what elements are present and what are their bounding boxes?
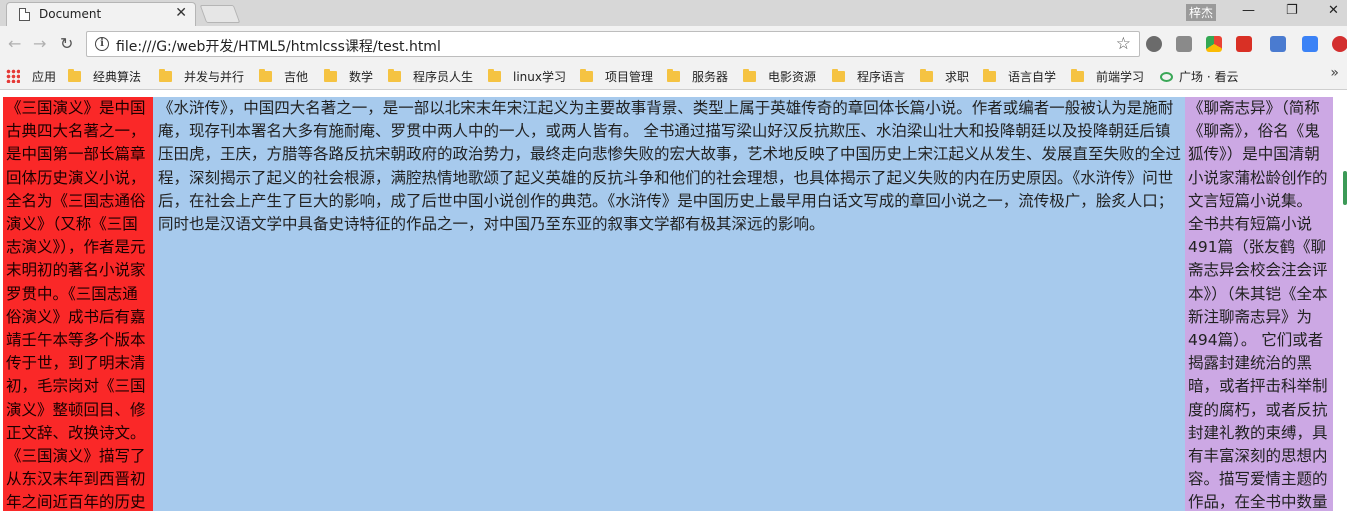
reader-icon[interactable] xyxy=(1176,36,1192,52)
bookmark-label: 求职 xyxy=(945,70,970,84)
url-text[interactable]: file:///G:/web开发/HTML5/htmlcss课程/test.ht… xyxy=(116,36,441,56)
chrome-app-icon[interactable] xyxy=(1206,36,1222,52)
bookmark-label: 广场 · 看云 xyxy=(1179,70,1239,84)
bookmark-folder[interactable]: 语言自学 xyxy=(983,68,1056,84)
bookmark-folder[interactable]: 并发与并行 xyxy=(159,68,244,84)
gear-icon[interactable] xyxy=(1146,36,1162,52)
translate-off-icon[interactable] xyxy=(1270,36,1286,52)
back-button[interactable]: ← xyxy=(8,34,21,53)
bookmark-label: 数学 xyxy=(349,70,374,84)
cloud-icon xyxy=(1160,72,1173,82)
bookmark-folder[interactable]: 吉他 xyxy=(259,68,308,84)
folder-icon xyxy=(580,69,593,82)
close-window-button[interactable]: ✕ xyxy=(1328,3,1339,18)
window-titlebar: Document ✕ 梓杰 — ❐ ✕ xyxy=(0,0,1347,26)
folder-icon xyxy=(68,69,81,82)
maximize-button[interactable]: ❐ xyxy=(1286,3,1298,18)
page-viewport: 《三国演义》是中国古典四大名著之一，是中国第一部长篇章回体历史演义小说，全名为《… xyxy=(0,91,1347,511)
bookmark-folder[interactable]: 经典算法 xyxy=(68,68,141,84)
bookmark-folder[interactable]: 电影资源 xyxy=(743,68,816,84)
bookmark-label: 经典算法 xyxy=(93,70,142,84)
folder-icon xyxy=(488,69,501,82)
close-tab-icon[interactable]: ✕ xyxy=(175,5,187,21)
bookmark-star-icon[interactable]: ☆ xyxy=(1116,34,1131,54)
bookmark-label: 服务器 xyxy=(692,70,729,84)
tab-document[interactable]: Document ✕ xyxy=(6,2,196,26)
browser-toolbar: ← → ↻ i file:///G:/web开发/HTML5/htmlcss课程… xyxy=(0,26,1347,62)
folder-icon xyxy=(324,69,337,82)
bookmark-label: 吉他 xyxy=(284,70,309,84)
folder-icon xyxy=(832,69,845,82)
left-column: 《三国演义》是中国古典四大名著之一，是中国第一部长篇章回体历史演义小说，全名为《… xyxy=(3,97,153,511)
folder-icon xyxy=(259,69,272,82)
folder-icon xyxy=(1071,69,1084,82)
bookmark-label: 程序语言 xyxy=(857,70,906,84)
bookmark-folder[interactable]: linux学习 xyxy=(488,68,566,84)
page-icon xyxy=(19,8,30,21)
more-bookmarks-button[interactable]: » xyxy=(1330,65,1339,81)
minimize-button[interactable]: — xyxy=(1242,3,1255,18)
bookmark-folder[interactable]: 程序员人生 xyxy=(388,68,473,84)
info-icon[interactable]: i xyxy=(95,37,109,51)
folder-icon xyxy=(667,69,680,82)
download-icon[interactable] xyxy=(1302,36,1318,52)
bookmark-folder[interactable]: 数学 xyxy=(324,68,373,84)
folder-icon xyxy=(920,69,933,82)
middle-column: 《水浒传》，中国四大名著之一，是一部以北宋末年宋江起义为主要故事背景、类型上属于… xyxy=(153,97,1185,511)
bookmark-label: 并发与并行 xyxy=(184,70,245,84)
folder-icon xyxy=(743,69,756,82)
bookmark-label: 程序员人生 xyxy=(413,70,474,84)
bookmark-apps[interactable]: 应用 xyxy=(32,68,56,84)
bookmark-folder[interactable]: 前端学习 xyxy=(1071,68,1144,84)
stop-icon[interactable] xyxy=(1332,36,1347,52)
bookmark-folder[interactable]: 求职 xyxy=(920,68,969,84)
tab-title: Document xyxy=(39,7,102,21)
fe-icon[interactable] xyxy=(1236,36,1252,52)
bookmark-folder[interactable]: 项目管理 xyxy=(580,68,653,84)
apps-grid-icon[interactable] xyxy=(6,69,20,83)
profile-button[interactable]: 梓杰 xyxy=(1186,4,1217,21)
new-tab-button[interactable] xyxy=(199,5,241,23)
bookmark-label: 项目管理 xyxy=(605,70,654,84)
folder-icon xyxy=(388,69,401,82)
bookmark-label: 语言自学 xyxy=(1008,70,1057,84)
folder-icon xyxy=(159,69,172,82)
forward-button[interactable]: → xyxy=(33,34,46,53)
bookmark-folder[interactable]: 服务器 xyxy=(667,68,728,84)
bookmark-kanyun[interactable]: 广场 · 看云 xyxy=(1160,68,1238,84)
bookmark-folder[interactable]: 程序语言 xyxy=(832,68,905,84)
side-panel-handle[interactable] xyxy=(1343,171,1347,205)
bookmarks-bar: 应用 经典算法 并发与并行 吉他 数学 程序员人生 linux学习 项目管理 服… xyxy=(0,62,1347,90)
bookmark-label: 前端学习 xyxy=(1096,70,1145,84)
right-column: 《聊斋志异》（简称《聊斋》，俗名《鬼狐传》）是中国清朝小说家蒲松龄创作的文言短篇… xyxy=(1185,97,1333,511)
bookmark-label: 电影资源 xyxy=(768,70,817,84)
reload-button[interactable]: ↻ xyxy=(60,34,73,53)
folder-icon xyxy=(983,69,996,82)
bookmark-label: linux学习 xyxy=(513,70,566,84)
address-bar[interactable]: i file:///G:/web开发/HTML5/htmlcss课程/test.… xyxy=(86,31,1140,57)
